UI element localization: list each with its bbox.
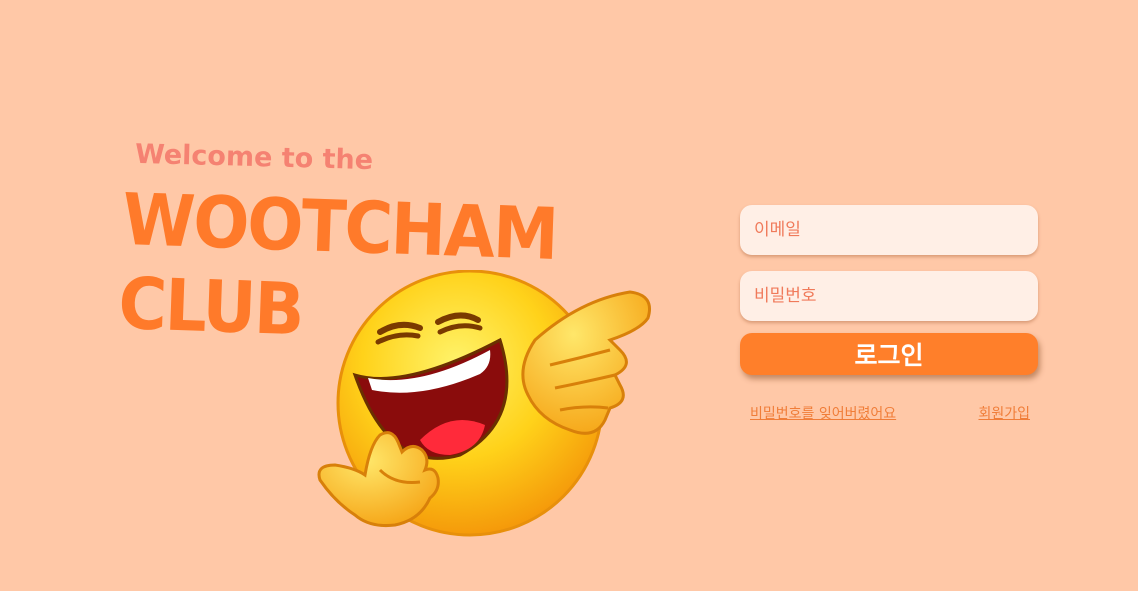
login-form: 로그인 비밀번호를 잊어버렸어요 회원가입 [740, 205, 1040, 423]
login-page: Welcome to the WOOTCHAM CLUB 이메일 로그인 비밀번… [0, 0, 1138, 591]
club-title-line2: CLUB [117, 262, 304, 352]
password-field[interactable] [740, 271, 1038, 321]
welcome-text: Welcome to the [134, 138, 374, 177]
email-field[interactable] [740, 205, 1038, 255]
signup-link[interactable]: 회원가입 [978, 403, 1030, 423]
hero-logo: Welcome to the WOOTCHAM CLUB [110, 130, 670, 550]
club-title-line1: WOOTCHAM [121, 178, 559, 277]
forgot-password-link[interactable]: 비밀번호를 잊어버렸어요 [750, 403, 896, 423]
login-button[interactable]: 로그인 [740, 333, 1038, 375]
auth-links: 비밀번호를 잊어버렸어요 회원가입 [740, 403, 1040, 423]
laughing-emoji-icon [317, 270, 651, 537]
